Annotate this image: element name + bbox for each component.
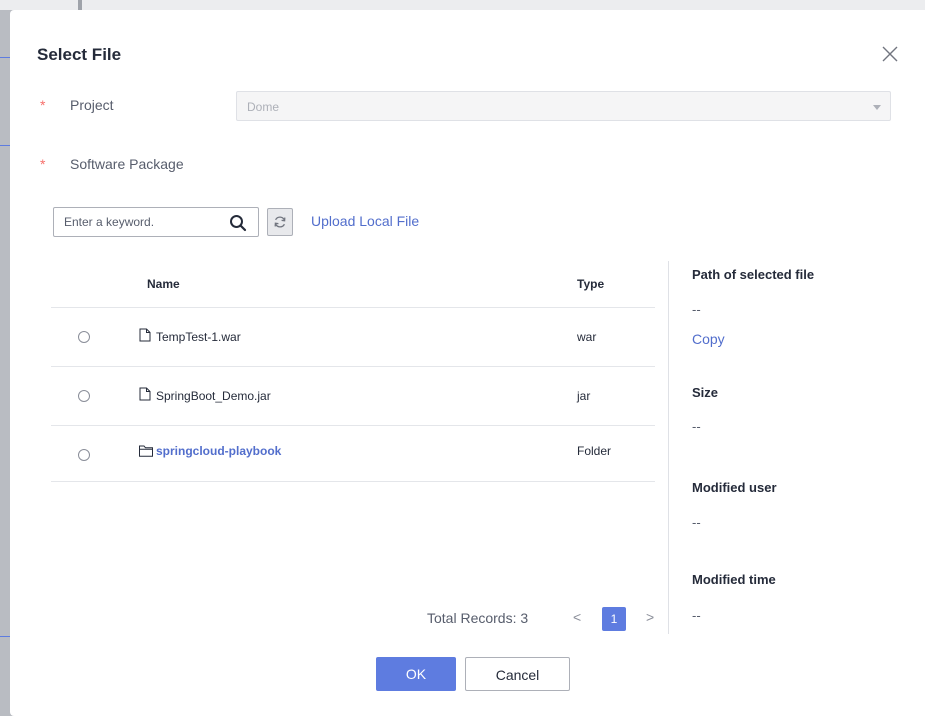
- prev-page-button[interactable]: <: [573, 609, 581, 625]
- project-select-value: Dome: [247, 100, 280, 114]
- file-type: Folder: [577, 444, 612, 458]
- row-radio[interactable]: [78, 449, 90, 461]
- modified-user-value: --: [692, 515, 701, 530]
- background-line: [0, 145, 10, 146]
- modified-user-label: Modified user: [692, 480, 777, 495]
- next-page-button[interactable]: >: [646, 609, 654, 625]
- cancel-button[interactable]: Cancel: [465, 657, 570, 691]
- row-radio[interactable]: [78, 390, 90, 402]
- details-divider: [668, 261, 669, 634]
- header-divider: [51, 307, 655, 308]
- project-select[interactable]: Dome: [236, 91, 891, 121]
- search-icon[interactable]: [228, 213, 248, 233]
- path-label: Path of selected file: [692, 267, 815, 282]
- refresh-icon: [274, 216, 286, 228]
- row-divider: [51, 366, 655, 367]
- file-type: jar: [577, 389, 591, 403]
- search-field: [53, 207, 259, 237]
- software-package-label: Software Package: [70, 156, 184, 172]
- search-input[interactable]: [54, 208, 224, 236]
- folder-name-link[interactable]: springcloud-playbook: [156, 444, 281, 458]
- total-records: Total Records: 3: [427, 610, 529, 626]
- file-type: war: [577, 330, 597, 344]
- column-header-name: Name: [147, 277, 180, 291]
- ok-button[interactable]: OK: [376, 657, 456, 691]
- page-number-button[interactable]: 1: [602, 607, 626, 631]
- size-value: --: [692, 419, 701, 434]
- size-label: Size: [692, 385, 719, 400]
- file-name: TempTest-1.war: [156, 330, 241, 344]
- row-divider: [51, 425, 655, 426]
- required-marker: *: [40, 97, 46, 113]
- background-line: [0, 636, 10, 637]
- copy-link[interactable]: Copy: [692, 331, 725, 347]
- file-name: SpringBoot_Demo.jar: [156, 389, 271, 403]
- refresh-button[interactable]: [267, 208, 293, 236]
- upload-local-file-link[interactable]: Upload Local File: [311, 213, 419, 229]
- folder-icon: [139, 445, 153, 457]
- project-label: Project: [70, 97, 114, 113]
- background-mark: [78, 0, 82, 10]
- modified-time-label: Modified time: [692, 572, 776, 587]
- file-icon: [139, 387, 151, 401]
- modified-time-value: --: [692, 608, 701, 623]
- caret-down-icon: [873, 105, 881, 110]
- close-icon[interactable]: [878, 42, 902, 66]
- row-radio[interactable]: [78, 331, 90, 343]
- file-icon: [139, 328, 151, 342]
- background-line: [0, 57, 10, 58]
- required-marker: *: [40, 156, 46, 172]
- select-file-dialog: Select File * Project Dome * Software Pa…: [10, 10, 925, 716]
- path-value: --: [692, 302, 701, 317]
- background-page-strip: [0, 0, 925, 10]
- dialog-title: Select File: [37, 45, 122, 64]
- column-header-type: Type: [577, 277, 605, 291]
- row-divider: [51, 481, 655, 482]
